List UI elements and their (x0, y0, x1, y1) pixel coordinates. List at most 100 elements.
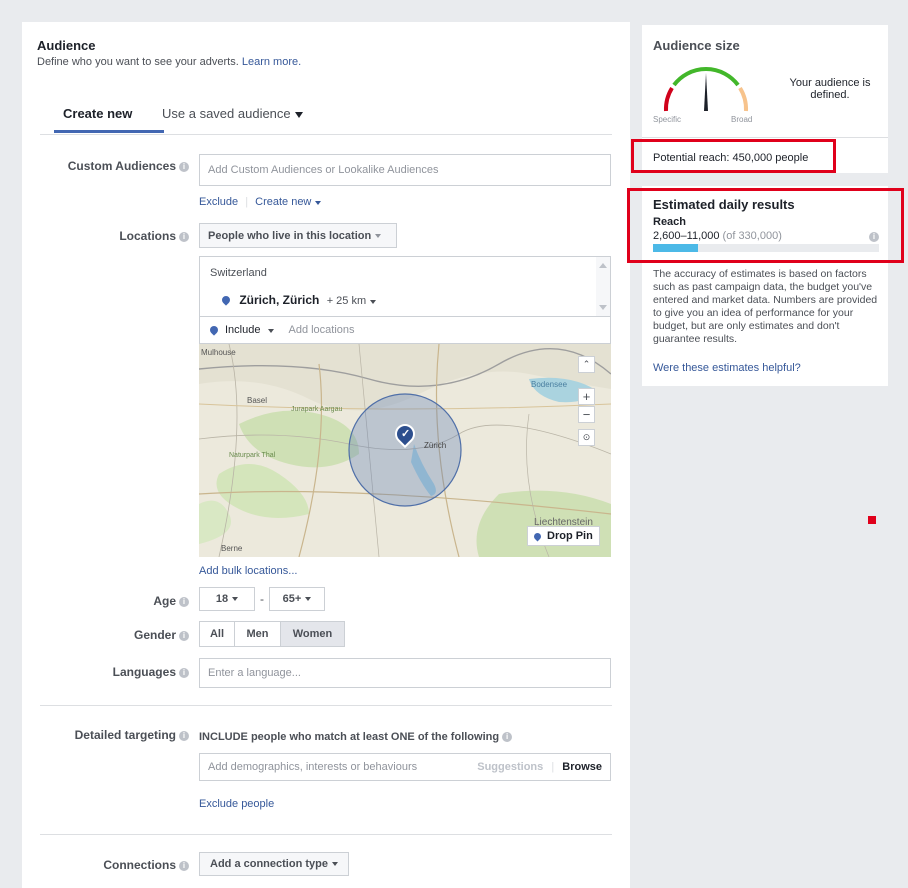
saved-audience-label: Use a saved audience (162, 106, 291, 121)
age-min-value: 18 (215, 593, 229, 605)
section-divider (40, 705, 612, 706)
map-label-naturpark: Naturpark Thal (229, 452, 276, 459)
gender-label-text: Gender (133, 628, 176, 642)
audience-defined-text: Your audience is defined. (789, 77, 871, 101)
connection-type-dropdown[interactable]: Add a connection type (199, 852, 349, 876)
include-dropdown[interactable]: Include (225, 324, 275, 336)
chevron-down-icon (305, 597, 312, 601)
gender-label: Gender i (39, 628, 189, 642)
recenter-icon[interactable]: ⊙ (578, 429, 595, 446)
gender-men-button[interactable]: Men (235, 621, 281, 647)
checkmark-icon: ✓ (401, 428, 411, 440)
location-country: Switzerland (210, 267, 267, 279)
tab-saved-audience[interactable]: Use a saved audience (162, 106, 303, 121)
audience-title: Audience (37, 38, 96, 53)
info-icon[interactable]: i (179, 631, 189, 641)
gender-all-button[interactable]: All (199, 621, 235, 647)
create-new-link[interactable]: Create new (255, 196, 322, 208)
custom-audiences-label-text: Custom Audiences (67, 159, 176, 173)
map-label-mulhouse: Mulhouse (201, 348, 236, 357)
include-criteria-label: INCLUDE people who match at least ONE of… (199, 731, 500, 743)
map-pin-icon (532, 531, 543, 541)
include-row: Include Add locations (199, 316, 611, 344)
create-new-text: Create new (255, 196, 312, 208)
separator: | (245, 196, 249, 208)
suggestions-button[interactable]: Suggestions (477, 761, 543, 773)
audience-subtitle: Define who you want to see your adverts.… (37, 56, 301, 68)
connections-label: Connections i (39, 858, 189, 872)
tabs-divider (40, 134, 612, 135)
gauge-specific-label: Specific (653, 115, 682, 124)
location-map[interactable]: Mulhouse Basel Jurapark Aargau Naturpark… (199, 344, 611, 557)
chevron-down-icon (370, 300, 377, 304)
map-pin-icon (208, 324, 220, 336)
include-criteria-text: INCLUDE people who match at least ONE of… (199, 731, 513, 743)
info-icon[interactable]: i (179, 597, 189, 607)
info-icon[interactable]: i (502, 732, 513, 742)
section-divider (40, 834, 612, 835)
include-text: Include (225, 324, 261, 336)
chevron-down-icon (375, 233, 382, 238)
red-marker (868, 516, 876, 524)
location-item: Zürich, Zürich + 25 km (220, 293, 377, 307)
map-label-berne: Berne (221, 544, 243, 553)
info-icon[interactable]: i (179, 668, 189, 678)
age-min-dropdown[interactable]: 18 (199, 587, 255, 611)
map-pin-icon (220, 294, 232, 306)
age-label-text: Age (153, 594, 176, 608)
estimates-helpful-link[interactable]: Were these estimates helpful? (653, 362, 801, 374)
gender-selector: All Men Women (199, 621, 345, 647)
tab-create-new[interactable]: Create new (63, 106, 132, 121)
gender-women-button[interactable]: Women (281, 621, 345, 647)
connections-label-text: Connections (103, 858, 176, 872)
scroll-up-icon[interactable] (599, 263, 607, 268)
locations-dropdown[interactable]: People who live in this location (199, 223, 397, 248)
location-list: Switzerland Zürich, Zürich + 25 km (199, 256, 611, 317)
gauge-broad-label: Broad (731, 115, 753, 124)
subtitle-text: Define who you want to see your adverts. (37, 56, 239, 68)
custom-audiences-input[interactable]: Add Custom Audiences or Lookalike Audien… (199, 154, 611, 186)
estimates-description: The accuracy of estimates is based on fa… (653, 268, 878, 345)
exclude-people-link[interactable]: Exclude people (199, 798, 274, 810)
age-max-dropdown[interactable]: 65+ (269, 587, 325, 611)
location-radius-dropdown[interactable]: + 25 km (326, 295, 377, 307)
separator: | (551, 761, 555, 773)
audience-gauge (663, 67, 749, 112)
location-radius: + 25 km (326, 295, 367, 307)
browse-button[interactable]: Browse (562, 761, 602, 773)
location-list-scrollbar[interactable] (596, 257, 610, 317)
chevron-down-icon (268, 329, 275, 333)
map-label-zurich: Zürich (424, 441, 447, 450)
audience-panel: Audience Define who you want to see your… (22, 22, 630, 888)
map-label-bodensee: Bodensee (531, 380, 568, 389)
learn-more-link[interactable]: Learn more. (242, 56, 301, 68)
divider (642, 137, 888, 138)
connection-type-text: Add a connection type (210, 858, 328, 870)
zoom-out-button[interactable]: − (578, 406, 595, 423)
languages-input[interactable]: Enter a language... (199, 658, 611, 688)
drop-pin-button[interactable]: Drop Pin (527, 526, 600, 546)
add-bulk-locations-link[interactable]: Add bulk locations... (199, 565, 297, 577)
zoom-in-button[interactable]: + (578, 388, 595, 405)
active-tab-indicator (54, 130, 164, 133)
exclude-link[interactable]: Exclude (199, 196, 238, 208)
detailed-targeting-input[interactable]: Add demographics, interests or behaviour… (199, 753, 611, 781)
collapse-map-icon[interactable]: ⌃ (578, 356, 595, 373)
map-label-basel: Basel (247, 396, 268, 405)
potential-reach-highlight (631, 139, 836, 173)
info-icon[interactable]: i (179, 731, 189, 741)
scroll-down-icon[interactable] (599, 305, 607, 310)
age-max-value: 65+ (282, 593, 302, 605)
location-city: Zürich, Zürich (239, 293, 320, 307)
estimated-results-highlight (627, 188, 904, 263)
custom-audiences-actions: Exclude | Create new (199, 196, 322, 208)
targeting-actions: Suggestions | Browse (477, 761, 602, 773)
detailed-targeting-label: Detailed targeting i (39, 728, 189, 742)
map-label-jurapark: Jurapark Aargau (291, 406, 343, 413)
detailed-targeting-label-text: Detailed targeting (74, 728, 176, 742)
add-locations-input[interactable]: Add locations (288, 324, 354, 336)
info-icon[interactable]: i (179, 861, 189, 871)
info-icon[interactable]: i (179, 162, 189, 172)
info-icon[interactable]: i (179, 232, 189, 242)
chevron-down-icon (232, 597, 239, 601)
